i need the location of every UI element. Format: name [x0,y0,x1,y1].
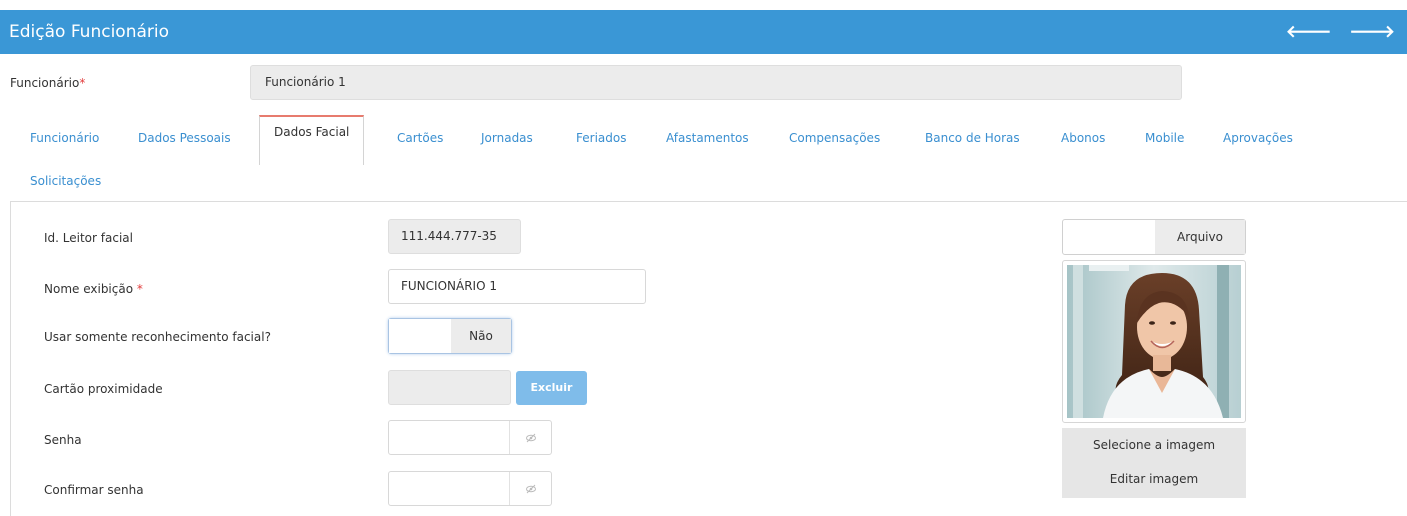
password-label: Senha [44,433,82,447]
record-nav: 🡐 🡒 [1286,22,1395,42]
tab-solicitacoes[interactable]: Solicitações [30,174,101,188]
tab-jornadas[interactable]: Jornadas [481,131,533,145]
toggle-state: Não [451,319,511,353]
page-header: Edição Funcionário 🡐 🡒 [0,10,1407,54]
password-field [388,420,552,455]
facial-id-label: Id. Leitor facial [44,231,133,245]
delete-card-button[interactable]: Excluir [516,371,587,405]
facial-only-label: Usar somente reconhecimento facial? [44,330,271,344]
required-mark: * [136,282,143,296]
tab-banco-de-horas[interactable]: Banco de Horas [925,131,1020,145]
page-title: Edição Funcionário [9,22,169,42]
facial-only-toggle[interactable]: Não [388,318,512,354]
arrow-right-icon[interactable]: 🡒 [1349,22,1395,42]
edit-image-button[interactable]: Editar imagem [1062,462,1246,498]
file-path-field[interactable] [1063,220,1155,254]
proximity-card-field [388,370,511,405]
photo-preview [1062,260,1246,423]
tab-feriados[interactable]: Feriados [576,131,626,145]
tab-cartoes[interactable]: Cartões [397,131,443,145]
tab-divider [10,201,1407,202]
tab-mobile[interactable]: Mobile [1145,131,1184,145]
tab-compensacoes[interactable]: Compensações [789,131,880,145]
content-border [10,201,11,516]
tab-afastamentos[interactable]: Afastamentos [666,131,749,145]
facial-id-field: 111.444.777-35 [388,219,521,254]
tab-funcionario[interactable]: Funcionário [30,131,99,145]
confirm-password-label: Confirmar senha [44,483,144,497]
select-image-button[interactable]: Selecione a imagem [1062,428,1246,462]
eye-slash-icon[interactable] [509,421,551,454]
employee-photo [1067,265,1241,418]
tab-aprovacoes[interactable]: Aprovações [1223,131,1293,145]
tab-dados-pessoais[interactable]: Dados Pessoais [138,131,231,145]
employee-label: Funcionário* [10,76,86,90]
tab-abonos[interactable]: Abonos [1061,131,1105,145]
arrow-left-icon[interactable]: 🡐 [1286,22,1332,42]
employee-row: Funcionário* Funcionário 1 [0,65,1407,101]
display-name-input[interactable]: FUNCIONÁRIO 1 [388,269,646,304]
confirm-password-input[interactable] [389,472,509,505]
required-mark: * [79,76,86,90]
display-name-label: Nome exibição * [44,282,143,296]
employee-field: Funcionário 1 [250,65,1182,100]
file-picker: Arquivo [1062,219,1246,255]
file-button[interactable]: Arquivo [1155,220,1245,254]
eye-slash-icon[interactable] [509,472,551,505]
confirm-password-field [388,471,552,506]
toggle-knob [389,319,451,353]
tab-dados-facial[interactable]: Dados Facial [259,115,365,165]
password-input[interactable] [389,421,509,454]
proximity-card-label: Cartão proximidade [44,382,163,396]
